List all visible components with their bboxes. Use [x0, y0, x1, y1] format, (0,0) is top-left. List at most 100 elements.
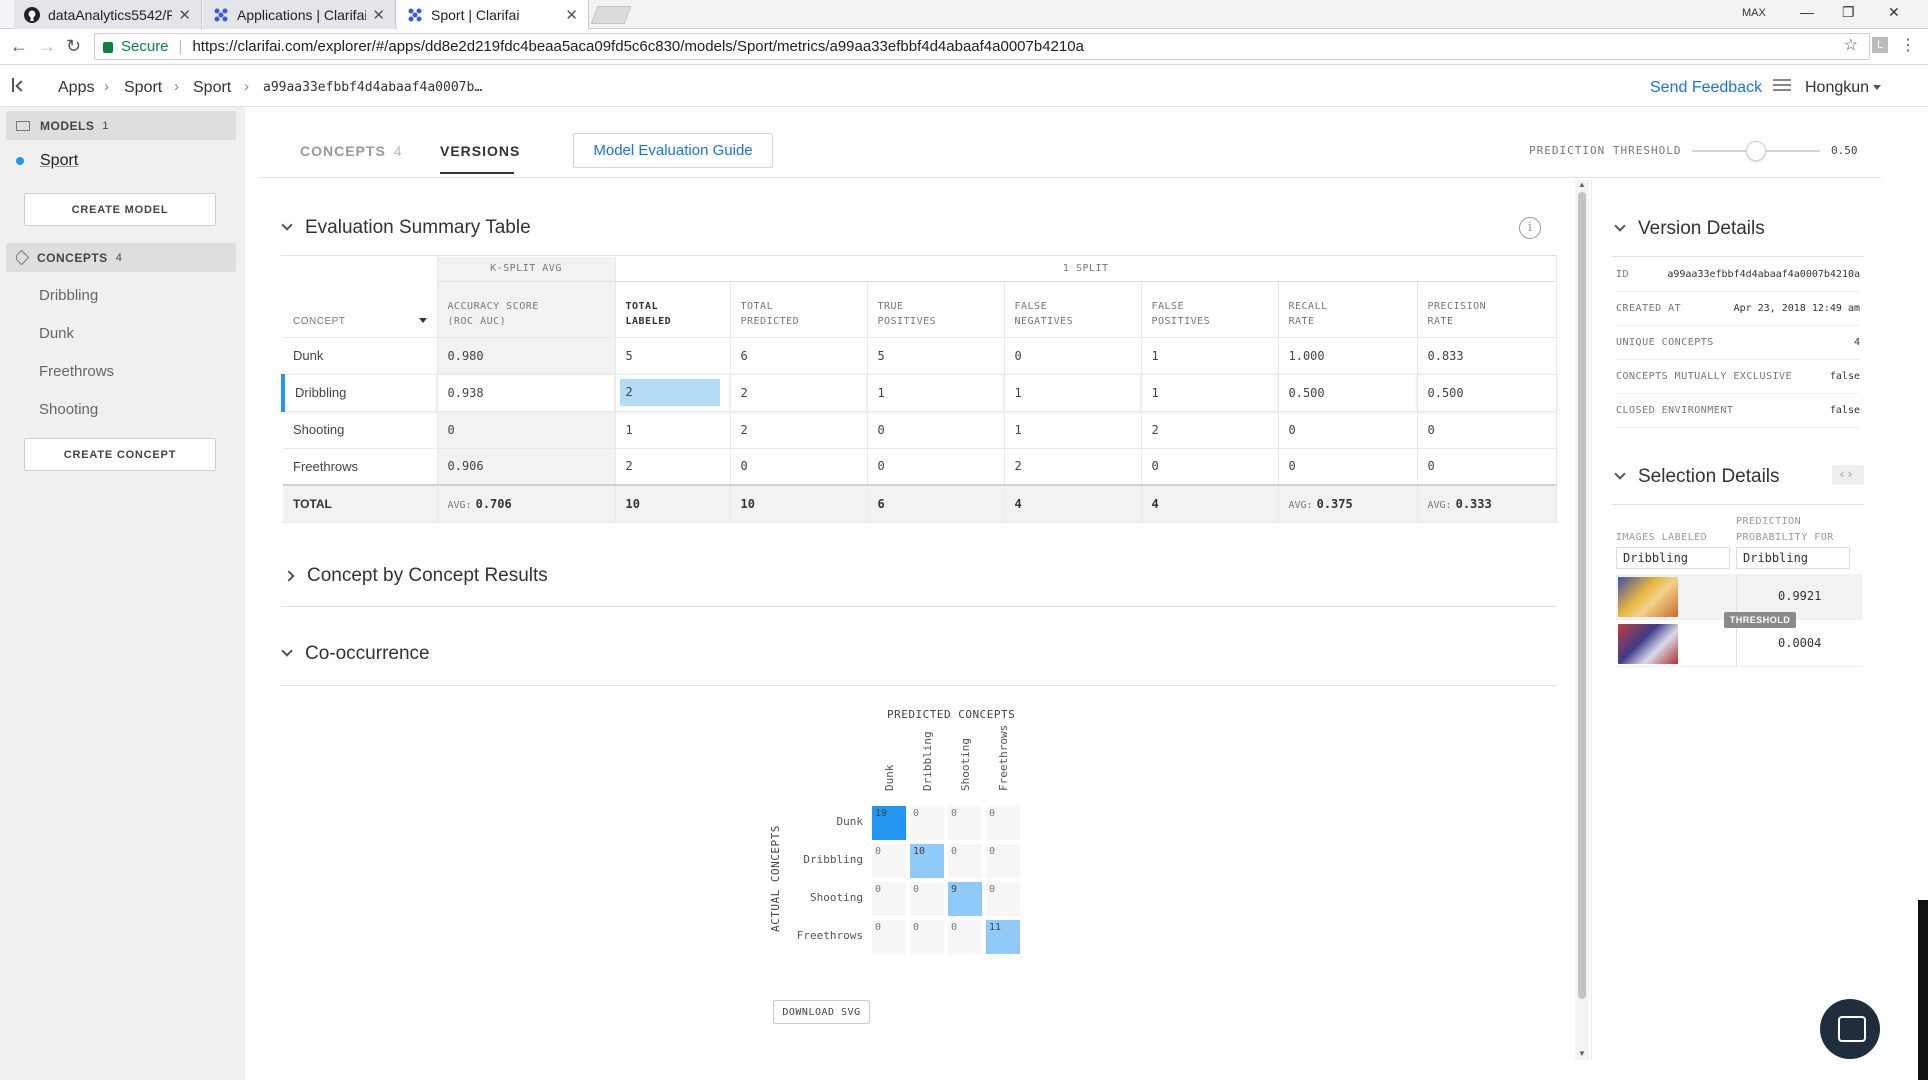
- avg-label: AVG:: [447, 499, 472, 511]
- cooccurrence-cell[interactable]: 0: [909, 919, 945, 955]
- table-cell[interactable]: 0: [730, 448, 868, 486]
- table-total-row: TOTAL AVG: 0.706 10 10 6 4 4 AVG: 0.375 AV…: [283, 484, 1557, 523]
- table-cell[interactable]: 1: [615, 411, 731, 449]
- table-cell[interactable]: 2: [1004, 448, 1142, 486]
- chat-icon[interactable]: [1820, 999, 1880, 1059]
- close-icon[interactable]: ✕: [178, 6, 191, 24]
- sidebar-concept-item[interactable]: Dunk: [39, 325, 74, 342]
- menu-icon[interactable]: [1773, 79, 1791, 91]
- table-cell-selected[interactable]: 2: [615, 374, 731, 412]
- browser-tab-applications[interactable]: Applications | Clarifai D ✕: [203, 0, 396, 29]
- table-row[interactable]: Dunk 0.980 5 6 5 0 1 1.000 0.833: [283, 337, 1557, 375]
- table-cell[interactable]: 5: [615, 337, 731, 375]
- table-cell[interactable]: 2: [615, 448, 731, 486]
- table-row[interactable]: Freethrows 0.906 2 0 0 2 0 0 0: [283, 448, 1557, 486]
- model-evaluation-guide-button[interactable]: Model Evaluation Guide: [573, 133, 773, 168]
- cooccurrence-cell[interactable]: 0: [871, 843, 907, 879]
- cooccurrence-cell[interactable]: 0: [871, 881, 907, 917]
- cooccurrence-cell[interactable]: 11: [985, 919, 1021, 955]
- cooccurrence-cell[interactable]: 0: [985, 881, 1021, 917]
- restore-icon[interactable]: ❐: [1842, 4, 1855, 21]
- close-icon[interactable]: ✕: [565, 6, 578, 24]
- cooccurrence-cell[interactable]: 0: [947, 843, 983, 879]
- scrollbar[interactable]: ▲ ▼: [1575, 180, 1589, 1060]
- table-cell[interactable]: 2: [730, 374, 868, 412]
- download-svg-button[interactable]: DOWNLOAD SVG: [773, 1000, 870, 1024]
- scroll-down-icon[interactable]: ▼: [1578, 1049, 1586, 1058]
- create-model-button[interactable]: CREATE MODEL: [24, 193, 216, 226]
- table-cell[interactable]: 0: [867, 448, 1005, 486]
- version-details-toggle[interactable]: Version Details: [1614, 218, 1765, 240]
- table-cell[interactable]: 0: [1141, 448, 1279, 486]
- forward-arrow-icon[interactable]: →: [38, 36, 56, 57]
- chevron-down-icon[interactable]: [1873, 85, 1881, 90]
- image-thumbnail[interactable]: [1618, 577, 1678, 617]
- table-cell[interactable]: 1: [1141, 337, 1279, 375]
- table-cell[interactable]: 1: [1004, 374, 1142, 412]
- table-row[interactable]: Shooting 0 1 2 0 1 2 0 0: [283, 411, 1557, 449]
- sidebar-item-model[interactable]: Sport: [16, 152, 78, 170]
- tab-concepts[interactable]: CONCEPTS 4: [300, 143, 403, 159]
- concept-results-toggle[interactable]: Concept by Concept Results: [283, 565, 548, 587]
- selection-details-toggle[interactable]: Selection Details: [1614, 466, 1780, 488]
- selection-row[interactable]: 0.9921 THRESHOLD: [1616, 574, 1862, 628]
- tab-versions[interactable]: VERSIONS: [440, 143, 520, 159]
- close-icon[interactable]: ✕: [372, 6, 385, 24]
- evaluation-summary-toggle[interactable]: Evaluation Summary Table: [281, 217, 531, 239]
- info-icon[interactable]: i: [1519, 217, 1541, 239]
- sort-caret-icon[interactable]: [418, 317, 427, 323]
- window-close-icon[interactable]: ✕: [1888, 4, 1900, 21]
- cooccurrence-cell[interactable]: 10: [909, 843, 945, 879]
- concepts-section-header[interactable]: CONCEPTS 4: [6, 243, 236, 272]
- table-cell[interactable]: 1: [867, 374, 1005, 412]
- cooccurrence-cell[interactable]: 0: [909, 881, 945, 917]
- table-cell[interactable]: 2: [730, 411, 868, 449]
- selection-nav-arrows[interactable]: ‹›: [1832, 465, 1864, 485]
- send-feedback-link[interactable]: Send Feedback: [1650, 79, 1762, 97]
- cooccurrence-toggle[interactable]: Co-occurrence: [281, 643, 430, 665]
- threshold-slider-handle[interactable]: [1746, 141, 1766, 161]
- breadcrumb-app[interactable]: Sport: [124, 79, 162, 97]
- column-header-concept[interactable]: CONCEPT: [283, 281, 438, 338]
- extension-icon[interactable]: L: [1872, 37, 1888, 53]
- scrollbar-thumb[interactable]: [1578, 192, 1586, 999]
- table-cell[interactable]: 0: [867, 411, 1005, 449]
- reload-icon[interactable]: ↻: [66, 36, 81, 57]
- new-tab-button[interactable]: [590, 6, 632, 24]
- cooccurrence-cell[interactable]: 9: [947, 881, 983, 917]
- cooccurrence-cell[interactable]: 0: [985, 805, 1021, 841]
- collapse-sidebar-icon[interactable]: [12, 78, 26, 92]
- url-input[interactable]: Secure | https://clarifai.com/explorer/#…: [94, 33, 1870, 60]
- browser-tab-sport[interactable]: Sport | Clarifai ✕: [397, 0, 589, 29]
- labeled-concept-select[interactable]: Dribbling: [1616, 547, 1730, 569]
- table-cell[interactable]: 1: [1141, 374, 1279, 412]
- sidebar-concept-item[interactable]: Shooting: [39, 401, 98, 418]
- models-section-header[interactable]: MODELS 1: [6, 111, 236, 140]
- create-concept-button[interactable]: CREATE CONCEPT: [24, 438, 216, 471]
- cooccurrence-cell[interactable]: 0: [985, 843, 1021, 879]
- breadcrumb-apps[interactable]: Apps: [58, 79, 94, 97]
- user-menu[interactable]: Hongkun: [1805, 79, 1869, 97]
- cooccurrence-cell[interactable]: 0: [947, 805, 983, 841]
- scroll-up-icon[interactable]: ▲: [1578, 180, 1586, 189]
- cooccurrence-cell[interactable]: 0: [871, 919, 907, 955]
- table-cell[interactable]: 6: [730, 337, 868, 375]
- cooccurrence-cell[interactable]: 0: [947, 919, 983, 955]
- table-cell[interactable]: 2: [1141, 411, 1279, 449]
- cooccurrence-cell[interactable]: 0: [909, 805, 945, 841]
- table-row-selected[interactable]: Dribbling 0.938 2 2 1 1 1 0.500 0.500: [281, 374, 1557, 412]
- browser-tab-github[interactable]: dataAnalytics5542/Pro ✕: [14, 0, 202, 29]
- table-cell[interactable]: 1: [1004, 411, 1142, 449]
- breadcrumb-model[interactable]: Sport: [193, 79, 231, 97]
- image-thumbnail[interactable]: [1618, 624, 1678, 664]
- sidebar-concept-item[interactable]: Freethrows: [39, 363, 114, 380]
- table-cell[interactable]: 5: [867, 337, 1005, 375]
- cooccurrence-cell[interactable]: 19: [871, 805, 907, 841]
- back-arrow-icon[interactable]: ←: [10, 36, 28, 57]
- sidebar-concept-item[interactable]: Dribbling: [39, 287, 98, 304]
- probability-concept-select[interactable]: Dribbling: [1736, 547, 1850, 569]
- table-cell[interactable]: 0: [1004, 337, 1142, 375]
- minimize-icon[interactable]: —: [1800, 4, 1814, 20]
- bookmark-star-icon[interactable]: ☆: [1844, 35, 1858, 55]
- browser-menu-icon[interactable]: ⋮: [1900, 35, 1916, 55]
